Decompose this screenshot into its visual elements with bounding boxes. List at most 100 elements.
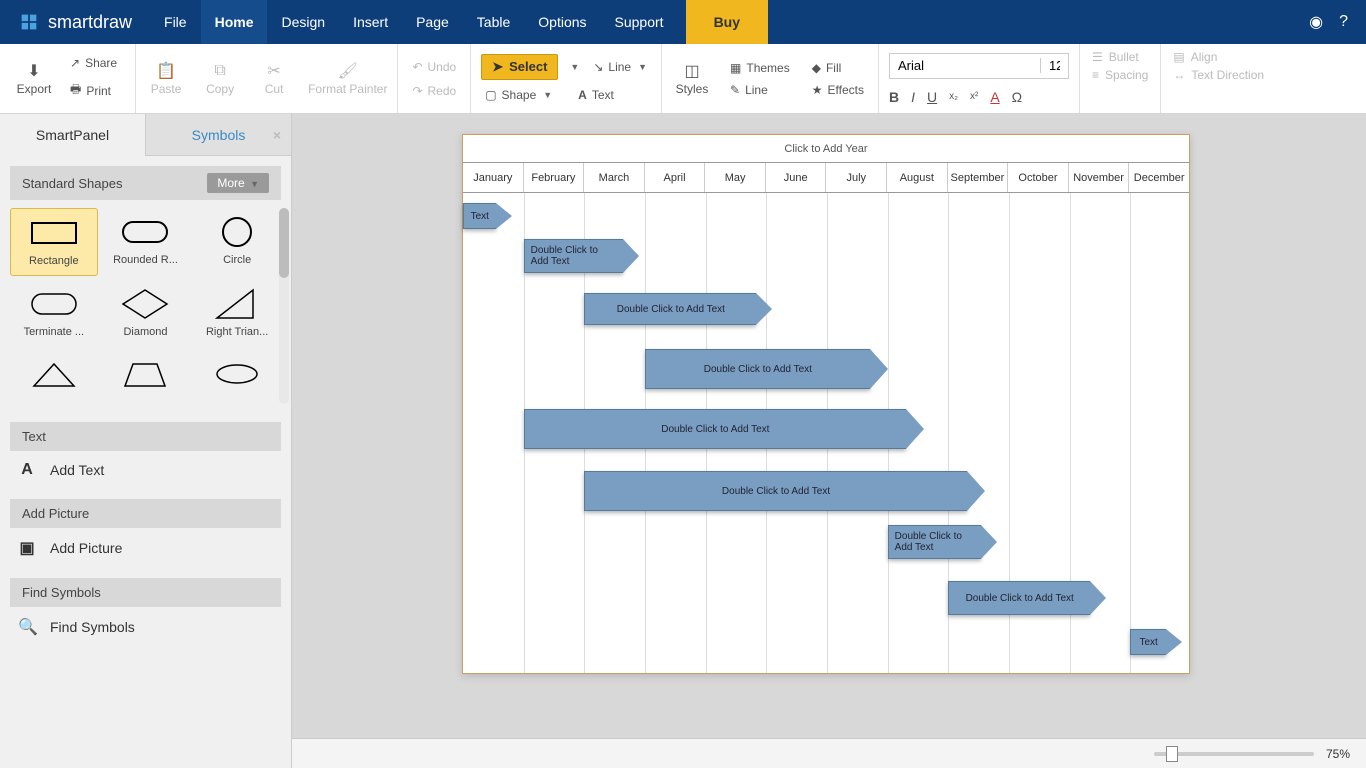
underline-button[interactable]: U — [927, 89, 937, 105]
print-button[interactable]: 🖶Print — [66, 78, 121, 103]
chart-body[interactable]: Text Double Click to Add Text Double Click… — [463, 193, 1189, 673]
menu-support[interactable]: Support — [601, 0, 678, 44]
spacing-button[interactable]: ≡Spacing — [1092, 68, 1148, 82]
image-icon: ▣ — [18, 538, 36, 558]
align-button[interactable]: ▤Align — [1173, 50, 1264, 64]
menu-home[interactable]: Home — [201, 0, 268, 44]
add-text-button[interactable]: AAdd Text — [0, 451, 291, 489]
paste-icon: 📋 — [156, 62, 176, 80]
zoom-slider[interactable] — [1154, 752, 1314, 756]
shape-shape[interactable] — [102, 350, 190, 404]
shapes-header: Standard Shapes More ▼ — [10, 166, 281, 200]
tab-smartpanel[interactable]: SmartPanel — [0, 114, 146, 156]
share-button[interactable]: ↗Share — [66, 54, 121, 72]
timeline-bar-0[interactable]: Text — [463, 203, 512, 229]
font-selector[interactable] — [889, 53, 1069, 79]
menu-page[interactable]: Page — [402, 0, 463, 44]
buy-button[interactable]: Buy — [686, 0, 768, 44]
shape-terminate[interactable]: Terminate ... — [10, 280, 98, 346]
format-painter-button[interactable]: 🖌Format Painter — [308, 62, 387, 96]
copy-button[interactable]: ⧉Copy — [200, 62, 240, 96]
shape-rectangle[interactable]: Rectangle — [10, 208, 98, 276]
month-march: March — [584, 163, 645, 192]
month-april: April — [645, 163, 706, 192]
zoom-thumb[interactable] — [1166, 746, 1178, 762]
notification-icon[interactable]: ◉ — [1309, 12, 1323, 32]
menu-file[interactable]: File — [150, 0, 201, 44]
bullet-button[interactable]: ☰Bullet — [1092, 50, 1148, 64]
font-color-button[interactable]: A — [990, 89, 999, 105]
month-september: September — [948, 163, 1009, 192]
chevron-down-icon: ▼ — [250, 179, 259, 189]
text-tool-button[interactable]: AText — [574, 86, 618, 104]
shapes-grid: RectangleRounded R...Circle Terminate ...… — [0, 200, 291, 412]
export-button[interactable]: ⬇Export — [14, 62, 54, 96]
timeline-bar-2[interactable]: Double Click to Add Text — [584, 293, 772, 325]
bullet-icon: ☰ — [1092, 50, 1103, 64]
shape-circle[interactable]: Circle — [193, 208, 281, 276]
menu-design[interactable]: Design — [267, 0, 339, 44]
cut-icon: ✂ — [267, 62, 280, 80]
month-july: July — [826, 163, 887, 192]
direction-icon: ↔ — [1173, 68, 1185, 82]
shape-roundedr[interactable]: Rounded R... — [102, 208, 190, 276]
timeline-bar-7[interactable]: Double Click to Add Text — [948, 581, 1106, 615]
shape-shape[interactable] — [10, 350, 98, 404]
shape-shape[interactable] — [193, 350, 281, 404]
effects-button[interactable]: ★Effects — [808, 81, 868, 99]
canvas-area[interactable]: Click to Add Year JanuaryFebruaryMarchAp… — [292, 114, 1366, 738]
themes-icon: ▦ — [730, 61, 741, 75]
timeline-bar-6[interactable]: Double Click to Add Text — [888, 525, 997, 559]
timeline-bar-5[interactable]: Double Click to Add Text — [584, 471, 984, 511]
print-icon: 🖶 — [70, 80, 81, 101]
paste-button[interactable]: 📋Paste — [146, 62, 186, 96]
select-tool-button[interactable]: ➤Select — [481, 54, 558, 80]
font-name-input[interactable] — [890, 58, 1040, 73]
close-icon[interactable]: × — [273, 127, 281, 143]
undo-button[interactable]: ↶Undo — [408, 58, 460, 76]
line-style-button[interactable]: ✎Line — [726, 81, 794, 99]
menu-table[interactable]: Table — [463, 0, 524, 44]
text-icon: A — [578, 88, 587, 102]
left-panel: SmartPanel Symbols× Standard Shapes More… — [0, 114, 292, 768]
text-icon: A — [18, 461, 36, 479]
shape-tool-button[interactable]: ▢Shape▼ — [481, 86, 556, 104]
chart-title[interactable]: Click to Add Year — [463, 135, 1189, 163]
chevron-down-icon[interactable]: ▼ — [570, 62, 579, 72]
month-august: August — [887, 163, 948, 192]
timeline-bar-1[interactable]: Double Click to Add Text — [524, 239, 639, 273]
add-picture-button[interactable]: ▣Add Picture — [0, 528, 291, 568]
menu-insert[interactable]: Insert — [339, 0, 402, 44]
zoom-bar: 75% — [292, 738, 1366, 768]
styles-button[interactable]: ◫Styles — [672, 62, 712, 96]
cut-button[interactable]: ✂Cut — [254, 62, 294, 96]
subscript-button[interactable]: x₂ — [949, 91, 958, 102]
text-direction-button[interactable]: ↔Text Direction — [1173, 68, 1264, 82]
fill-icon: ◆ — [812, 61, 821, 75]
more-shapes-button[interactable]: More ▼ — [207, 173, 269, 193]
bold-button[interactable]: B — [889, 89, 899, 105]
shapes-scrollbar[interactable] — [279, 208, 289, 404]
themes-button[interactable]: ▦Themes — [726, 59, 794, 77]
shape-diamond[interactable]: Diamond — [102, 280, 190, 346]
tab-symbols[interactable]: Symbols× — [146, 114, 291, 156]
line-tool-button[interactable]: ↘Line▼ — [589, 58, 651, 76]
timeline-bar-3[interactable]: Double Click to Add Text — [645, 349, 888, 389]
menu-options[interactable]: Options — [524, 0, 600, 44]
month-june: June — [766, 163, 827, 192]
redo-button[interactable]: ↷Redo — [408, 82, 460, 100]
superscript-button[interactable]: x² — [970, 91, 978, 102]
italic-button[interactable]: I — [911, 89, 915, 105]
zoom-value: 75% — [1326, 747, 1350, 761]
help-icon[interactable]: ? — [1339, 13, 1348, 31]
timeline-bar-8[interactable]: Text — [1130, 629, 1182, 655]
search-icon: 🔍 — [18, 617, 36, 637]
font-size-input[interactable] — [1040, 58, 1068, 73]
timeline-bar-4[interactable]: Double Click to Add Text — [524, 409, 924, 449]
find-symbols-button[interactable]: 🔍Find Symbols — [0, 607, 291, 647]
timeline-chart[interactable]: Click to Add Year JanuaryFebruaryMarchAp… — [462, 134, 1190, 674]
fill-button[interactable]: ◆Fill — [808, 59, 868, 77]
omega-button[interactable]: Ω — [1012, 89, 1022, 105]
star-icon: ★ — [812, 83, 823, 97]
shape-righttrian[interactable]: Right Trian... — [193, 280, 281, 346]
